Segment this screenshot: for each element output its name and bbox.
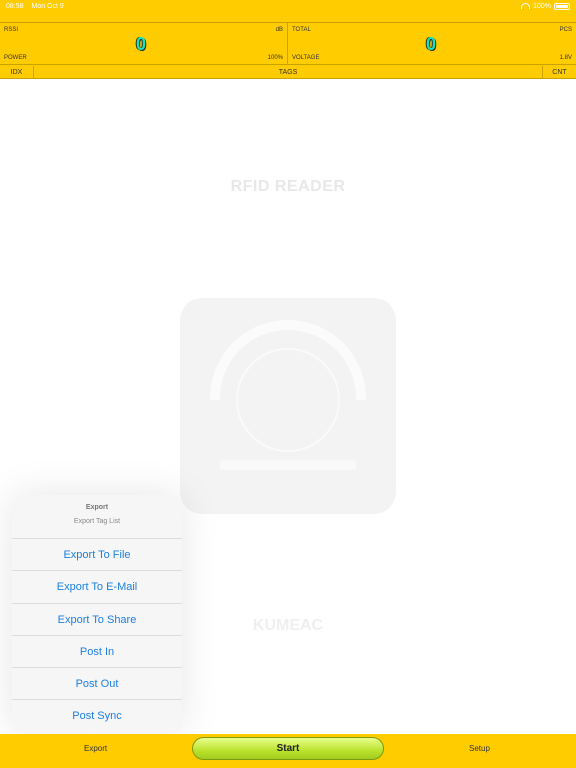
- column-cnt: CNT: [542, 66, 576, 79]
- column-tags: TAGS: [278, 69, 298, 76]
- voltage-label: VOLTAGE: [292, 55, 320, 61]
- status-date: Mon Oct 9: [31, 2, 64, 10]
- export-to-email-button[interactable]: Export To E-Mail: [12, 571, 182, 604]
- export-popover-title: Export: [85, 504, 109, 511]
- app-logo-watermark: [180, 298, 396, 514]
- rssi-label: RSSI: [4, 27, 19, 33]
- power-label: POWER: [4, 55, 27, 61]
- export-popover: Export Export Tag List Export To File Ex…: [12, 495, 182, 733]
- post-in-button[interactable]: Post In: [12, 635, 182, 669]
- wifi-icon: [521, 3, 531, 9]
- export-tab-button[interactable]: Export: [84, 744, 107, 753]
- battery-icon: [554, 2, 570, 10]
- tag-list-header: IDX TAGS CNT: [0, 66, 576, 79]
- voltage-value: 1.8V: [559, 55, 572, 61]
- export-to-file-button[interactable]: Export To File: [12, 539, 182, 572]
- total-label: TOTAL: [292, 27, 311, 33]
- post-sync-button[interactable]: Post Sync: [12, 700, 182, 733]
- export-popover-header: Export Export Tag List: [12, 495, 182, 539]
- column-idx: IDX: [0, 66, 34, 79]
- setup-tab-button[interactable]: Setup: [469, 744, 490, 753]
- logo-bar: [220, 460, 356, 470]
- status-time: 08:58: [6, 2, 24, 10]
- total-value: 0: [426, 34, 437, 54]
- status-bar: 08:58 Mon Oct 9 100%: [0, 0, 576, 12]
- total-panel: TOTAL PCS 0 VOLTAGE 1.8V: [288, 22, 576, 65]
- rssi-panel: RSSI dB 0 POWER 100%: [0, 22, 288, 65]
- rssi-value: 0: [136, 34, 147, 54]
- export-popover-subtitle: Export Tag List: [73, 518, 121, 525]
- battery-percent: 100%: [533, 2, 551, 10]
- watermark-title: RFID READER: [230, 178, 346, 195]
- total-unit: PCS: [559, 27, 572, 33]
- bottom-toolbar: Export Start Setup: [0, 734, 576, 768]
- power-value: 100%: [267, 55, 283, 61]
- export-to-share-button[interactable]: Export To Share: [12, 603, 182, 636]
- start-button[interactable]: Start: [192, 737, 384, 760]
- post-out-button[interactable]: Post Out: [12, 668, 182, 701]
- logo-circle: [236, 348, 340, 452]
- rssi-unit: dB: [275, 27, 283, 33]
